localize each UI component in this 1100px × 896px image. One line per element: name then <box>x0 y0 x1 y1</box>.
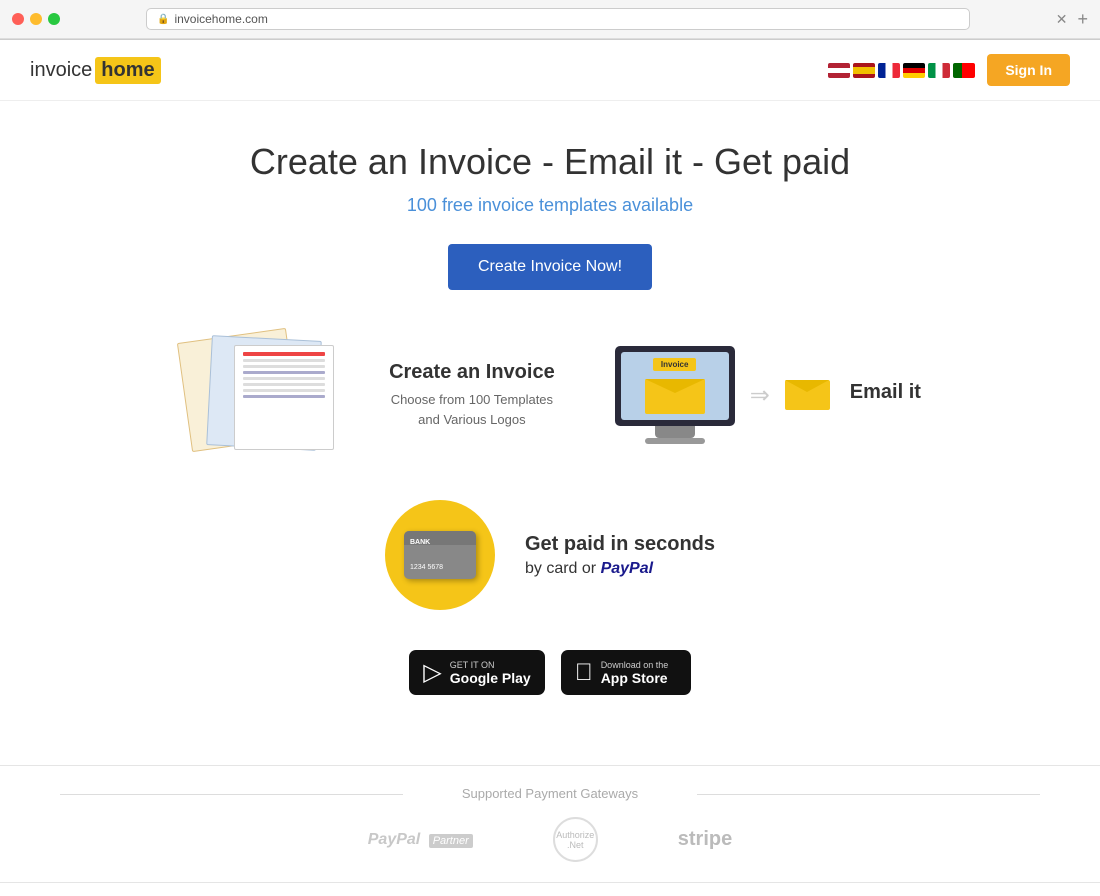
main-content: Create an Invoice - Email it - Get paid … <box>0 101 1100 765</box>
email-it-title: Email it <box>850 381 921 404</box>
payment-text: Get paid in seconds by card or PayPal <box>525 533 715 578</box>
create-invoice-desc: Choose from 100 Templates and Various Lo… <box>391 390 553 429</box>
create-invoice-button[interactable]: Create Invoice Now! <box>448 244 652 290</box>
flag-pt[interactable] <box>953 63 975 78</box>
address-bar[interactable]: 🔒 invoicehome.com <box>146 8 970 30</box>
create-invoice-title: Create an Invoice <box>389 361 555 384</box>
gateway-title: Supported Payment Gateways <box>60 786 1040 801</box>
main-subheadline: 100 free invoice templates available <box>20 195 1080 216</box>
payment-title: Get paid in seconds <box>525 533 715 556</box>
paper-front <box>234 345 334 450</box>
monitor: Invoice <box>615 346 735 426</box>
monitor-screen: Invoice <box>621 352 729 420</box>
create-feature: Create an Invoice Choose from 100 Templa… <box>179 330 555 460</box>
flag-de[interactable] <box>903 63 925 78</box>
authorize-net-logo: Authorize.Net <box>553 817 598 862</box>
arrow-symbol: ⇒ <box>750 381 770 410</box>
dot-close[interactable] <box>12 13 24 25</box>
payment-gateways-section: Supported Payment Gateways PayPal Partne… <box>0 765 1100 882</box>
logo-home-text: home <box>95 57 160 84</box>
flag-fr[interactable] <box>878 63 900 78</box>
logo[interactable]: invoice home <box>30 57 161 84</box>
url-text: invoicehome.com <box>174 12 267 26</box>
main-headline: Create an Invoice - Email it - Get paid <box>20 141 1080 183</box>
dot-maximize[interactable] <box>48 13 60 25</box>
envelope-shape <box>645 379 705 414</box>
flag-es[interactable] <box>853 63 875 78</box>
site-header: invoice home Sign In <box>0 40 1100 101</box>
bank-number: 1234 5678 <box>410 564 443 571</box>
payment-section: BANK 1234 5678 Get paid in seconds by ca… <box>20 500 1080 610</box>
monitor-base <box>645 438 705 444</box>
create-invoice-text: Create an Invoice Choose from 100 Templa… <box>389 361 555 429</box>
gateway-logos: PayPal Partner Authorize.Net stripe <box>60 817 1040 862</box>
invoice-papers-illustration <box>179 330 359 460</box>
invoice-label: Invoice <box>653 358 697 371</box>
bank-card: BANK 1234 5678 <box>404 531 476 579</box>
tab-close-button[interactable]: ✕ <box>1056 11 1068 28</box>
paper-line-red <box>243 352 325 356</box>
app-store-button[interactable]:  Download on the App Store <box>561 650 691 695</box>
flag-it[interactable] <box>928 63 950 78</box>
payment-circle: BANK 1234 5678 <box>385 500 495 610</box>
paypal-partner-logo: PayPal Partner <box>368 831 473 849</box>
browser-chrome: 🔒 invoicehome.com ✕ + <box>0 0 1100 40</box>
email-illustration: Invoice ⇒ <box>615 346 830 444</box>
app-store-text: Download on the App Store <box>601 660 669 686</box>
flag-us[interactable] <box>828 63 850 78</box>
browser-titlebar: 🔒 invoicehome.com ✕ + <box>0 0 1100 39</box>
google-play-button[interactable]: ▷ GET IT ON Google Play <box>409 650 544 695</box>
email-envelope-icon <box>785 380 830 410</box>
monitor-wrap: Invoice <box>615 346 735 444</box>
google-play-text: GET IT ON Google Play <box>450 660 531 686</box>
envelope-flap <box>645 379 705 393</box>
apple-icon:  <box>575 659 593 687</box>
features-row: Create an Invoice Choose from 100 Templa… <box>20 330 1080 460</box>
stripe-logo: stripe <box>678 828 732 851</box>
app-buttons: ▷ GET IT ON Google Play  Download on th… <box>20 650 1080 695</box>
lock-icon: 🔒 <box>157 14 169 25</box>
header-right: Sign In <box>828 54 1070 86</box>
monitor-stand <box>655 426 695 438</box>
email-feature: Invoice ⇒ Email it <box>615 346 921 444</box>
paypal-text: PayPal <box>601 560 653 577</box>
sign-in-button[interactable]: Sign In <box>987 54 1070 86</box>
new-tab-button[interactable]: + <box>1077 9 1088 30</box>
google-play-icon: ▷ <box>423 658 441 687</box>
website-content: invoice home Sign In Create an Invoice -… <box>0 40 1100 896</box>
bank-card-wrap: BANK 1234 5678 <box>404 531 476 579</box>
flag-group <box>828 63 975 78</box>
dot-minimize[interactable] <box>30 13 42 25</box>
payment-subtitle: by card or PayPal <box>525 560 715 578</box>
logo-invoice-text: invoice <box>30 59 92 82</box>
bank-label: BANK <box>410 539 430 546</box>
